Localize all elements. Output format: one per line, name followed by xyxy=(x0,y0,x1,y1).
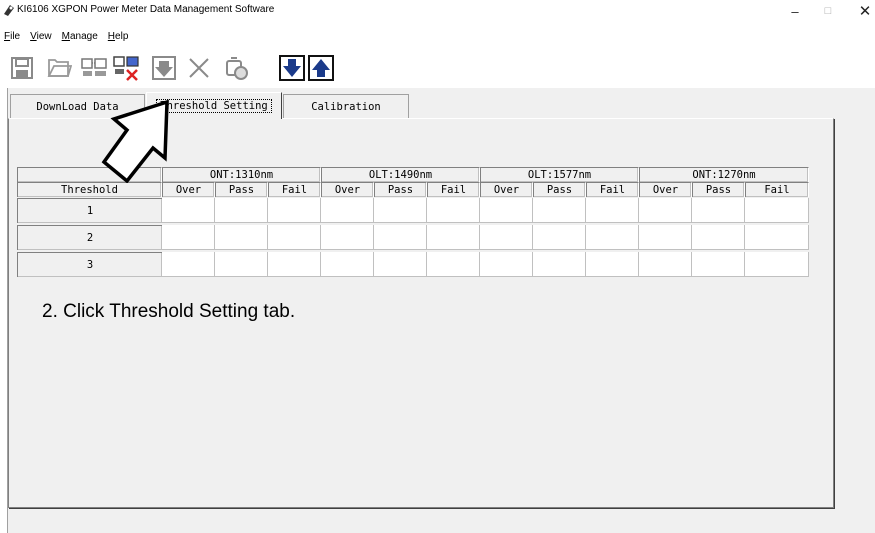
toolbar xyxy=(0,46,875,86)
column-header: Over xyxy=(639,182,692,197)
threshold-cell[interactable] xyxy=(215,198,268,223)
threshold-cell[interactable] xyxy=(533,198,586,223)
callout-arrow-icon xyxy=(101,99,169,183)
delete-icon[interactable] xyxy=(185,54,213,82)
threshold-cell[interactable] xyxy=(745,198,809,223)
menu-manage[interactable]: Manage xyxy=(62,31,98,45)
column-header: Pass xyxy=(374,182,427,197)
table-column-header: Threshold Over Pass Fail Over Pass Fail … xyxy=(17,182,809,197)
column-header: Pass xyxy=(215,182,268,197)
device-icon[interactable] xyxy=(80,54,108,82)
table-row: 3 xyxy=(17,252,809,277)
app-icon xyxy=(4,5,14,16)
column-header: Over xyxy=(162,182,215,197)
threshold-cell[interactable] xyxy=(745,252,809,277)
threshold-cell[interactable] xyxy=(427,252,480,277)
close-button[interactable]: ✕ xyxy=(845,0,875,22)
threshold-cell[interactable] xyxy=(480,252,533,277)
threshold-cell[interactable] xyxy=(586,198,639,223)
threshold-cell[interactable] xyxy=(321,225,374,250)
threshold-header: Threshold xyxy=(17,182,162,197)
title-bar: KI6106 XGPON Power Meter Data Management… xyxy=(0,0,875,22)
threshold-cell[interactable] xyxy=(374,225,427,250)
maximize-button[interactable]: □ xyxy=(808,0,848,22)
threshold-cell[interactable] xyxy=(268,252,321,277)
group-header: OLT:1577nm xyxy=(480,167,639,182)
menu-file[interactable]: File xyxy=(4,31,20,45)
threshold-cell[interactable] xyxy=(321,252,374,277)
threshold-cell[interactable] xyxy=(745,225,809,250)
download-arrow-icon[interactable] xyxy=(278,54,306,82)
row-header: 1 xyxy=(17,198,162,223)
threshold-cell[interactable] xyxy=(692,225,745,250)
column-header: Over xyxy=(321,182,374,197)
threshold-cell[interactable] xyxy=(427,225,480,250)
menu-help[interactable]: Help xyxy=(108,31,129,45)
threshold-cell[interactable] xyxy=(639,198,692,223)
threshold-cell[interactable] xyxy=(374,252,427,277)
download-icon[interactable] xyxy=(150,54,178,82)
threshold-cell[interactable] xyxy=(374,198,427,223)
upload-arrow-icon[interactable] xyxy=(307,54,335,82)
device-disconnect-icon[interactable] xyxy=(112,54,140,82)
threshold-cell[interactable] xyxy=(215,225,268,250)
group-header: ONT:1270nm xyxy=(639,167,809,182)
threshold-cell[interactable] xyxy=(533,225,586,250)
window-title: KI6106 XGPON Power Meter Data Management… xyxy=(17,4,275,15)
threshold-cell[interactable] xyxy=(427,198,480,223)
clear-icon[interactable] xyxy=(222,54,250,82)
row-header: 2 xyxy=(17,225,162,250)
threshold-cell[interactable] xyxy=(162,225,215,250)
row-header: 3 xyxy=(17,252,162,277)
menu-view[interactable]: View xyxy=(30,31,52,45)
save-icon[interactable] xyxy=(8,54,36,82)
threshold-cell[interactable] xyxy=(321,198,374,223)
column-header: Over xyxy=(480,182,533,197)
threshold-cell[interactable] xyxy=(692,252,745,277)
open-icon[interactable] xyxy=(45,54,73,82)
column-header: Fail xyxy=(745,182,809,197)
table-row: 2 xyxy=(17,225,809,250)
threshold-cell[interactable] xyxy=(586,225,639,250)
column-header: Fail xyxy=(427,182,480,197)
threshold-cell[interactable] xyxy=(533,252,586,277)
threshold-cell[interactable] xyxy=(162,198,215,223)
menu-bar: File View Manage Help xyxy=(0,31,134,45)
threshold-cell[interactable] xyxy=(268,225,321,250)
threshold-cell[interactable] xyxy=(215,252,268,277)
group-header: OLT:1490nm xyxy=(321,167,480,182)
threshold-cell[interactable] xyxy=(586,252,639,277)
column-header: Pass xyxy=(692,182,745,197)
tab-calibration[interactable]: Calibration xyxy=(283,94,409,119)
column-header: Fail xyxy=(586,182,639,197)
threshold-cell[interactable] xyxy=(268,198,321,223)
table-row: 1 xyxy=(17,198,809,223)
threshold-cell[interactable] xyxy=(639,252,692,277)
threshold-cell[interactable] xyxy=(639,225,692,250)
column-header: Pass xyxy=(533,182,586,197)
column-header: Fail xyxy=(268,182,321,197)
threshold-cell[interactable] xyxy=(692,198,745,223)
threshold-cell[interactable] xyxy=(480,225,533,250)
threshold-cell[interactable] xyxy=(162,252,215,277)
instruction-text: 2. Click Threshold Setting tab. xyxy=(42,301,296,322)
threshold-cell[interactable] xyxy=(480,198,533,223)
